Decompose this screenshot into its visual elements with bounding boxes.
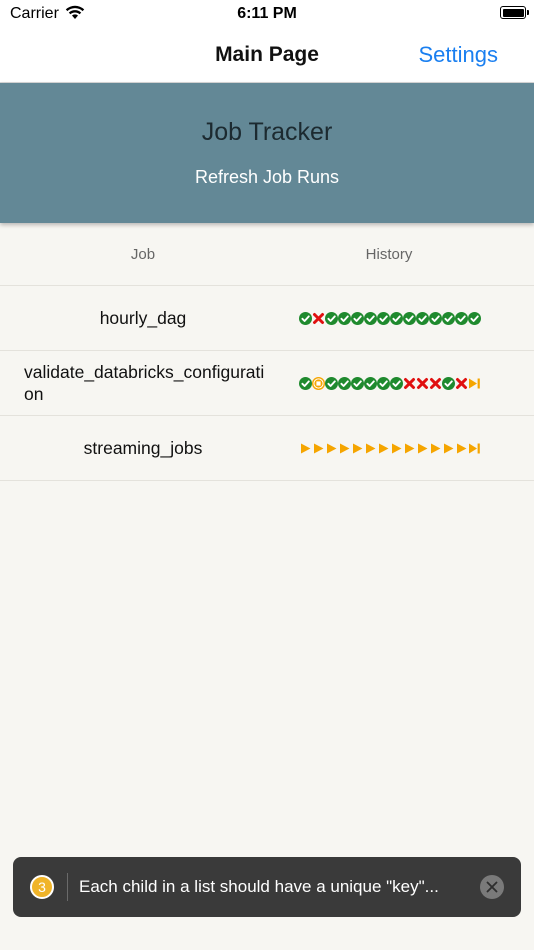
job-name[interactable]: streaming_jobs (20, 416, 266, 480)
run-status-success-icon[interactable] (299, 311, 312, 325)
run-status-stopped-icon[interactable] (312, 376, 325, 390)
run-status-success-icon[interactable] (442, 376, 455, 390)
run-status-success-icon[interactable] (468, 311, 481, 325)
run-status-success-icon[interactable] (377, 376, 390, 390)
run-status-running-icon[interactable] (351, 442, 364, 455)
run-status-success-icon[interactable] (338, 376, 351, 390)
clock: 6:11 PM (237, 5, 297, 22)
run-status-running-icon[interactable] (312, 442, 325, 455)
run-status-running-icon[interactable] (455, 442, 468, 455)
job-history (270, 416, 510, 480)
battery-icon (500, 6, 529, 19)
table-row: validate_databricks_configuration (0, 351, 534, 416)
run-status-running-icon[interactable] (403, 442, 416, 455)
run-status-skipped-icon[interactable] (468, 377, 481, 390)
toast-divider (67, 873, 68, 901)
run-status-success-icon[interactable] (364, 376, 377, 390)
table-row: streaming_jobs (0, 416, 534, 481)
run-status-success-icon[interactable] (299, 376, 312, 390)
run-status-running-icon[interactable] (364, 442, 377, 455)
warning-toast[interactable]: 3 Each child in a list should have a uni… (13, 857, 521, 917)
column-header-history: History (365, 246, 413, 263)
column-header-job: Job (130, 246, 156, 263)
close-icon[interactable] (480, 875, 504, 899)
job-table: Job History hourly_dag validate_databrick… (0, 224, 534, 481)
header-banner: Job Tracker Refresh Job Runs (0, 83, 534, 223)
table-row: hourly_dag (0, 286, 534, 351)
table-header: Job History (0, 224, 534, 286)
run-status-running-icon[interactable] (299, 442, 312, 455)
app-title: Job Tracker (201, 118, 333, 146)
run-status-running-icon[interactable] (338, 442, 351, 455)
run-status-running-icon[interactable] (429, 442, 442, 455)
run-status-failed-icon[interactable] (416, 377, 429, 390)
toast-message: Each child in a list should have a uniqu… (79, 877, 439, 896)
run-status-failed-icon[interactable] (312, 312, 325, 325)
run-status-failed-icon[interactable] (403, 377, 416, 390)
run-status-success-icon[interactable] (403, 311, 416, 325)
run-status-success-icon[interactable] (338, 311, 351, 325)
run-status-success-icon[interactable] (351, 311, 364, 325)
run-status-success-icon[interactable] (416, 311, 429, 325)
run-status-success-icon[interactable] (364, 311, 377, 325)
navigation-bar: Main Page Settings (0, 28, 534, 83)
job-name[interactable]: hourly_dag (20, 286, 266, 350)
job-history (270, 351, 510, 415)
run-status-success-icon[interactable] (390, 311, 403, 325)
warning-count-badge: 3 (30, 875, 54, 899)
run-status-success-icon[interactable] (429, 311, 442, 325)
settings-button[interactable]: Settings (419, 42, 499, 68)
run-status-success-icon[interactable] (442, 311, 455, 325)
run-status-success-icon[interactable] (390, 376, 403, 390)
run-status-success-icon[interactable] (377, 311, 390, 325)
run-status-success-icon[interactable] (351, 376, 364, 390)
run-status-success-icon[interactable] (325, 311, 338, 325)
run-status-success-icon[interactable] (325, 376, 338, 390)
run-status-running-icon[interactable] (390, 442, 403, 455)
status-bar: Carrier 6:11 PM (0, 0, 534, 28)
run-status-running-icon[interactable] (442, 442, 455, 455)
run-status-failed-icon[interactable] (429, 377, 442, 390)
run-status-running-icon[interactable] (325, 442, 338, 455)
run-status-skipped-icon[interactable] (468, 442, 481, 455)
job-history (270, 286, 510, 350)
refresh-job-runs-button[interactable]: Refresh Job Runs (167, 167, 367, 188)
run-status-running-icon[interactable] (416, 442, 429, 455)
run-status-running-icon[interactable] (377, 442, 390, 455)
run-status-success-icon[interactable] (455, 311, 468, 325)
run-status-failed-icon[interactable] (455, 377, 468, 390)
job-name[interactable]: validate_databricks_configuration (24, 351, 274, 415)
